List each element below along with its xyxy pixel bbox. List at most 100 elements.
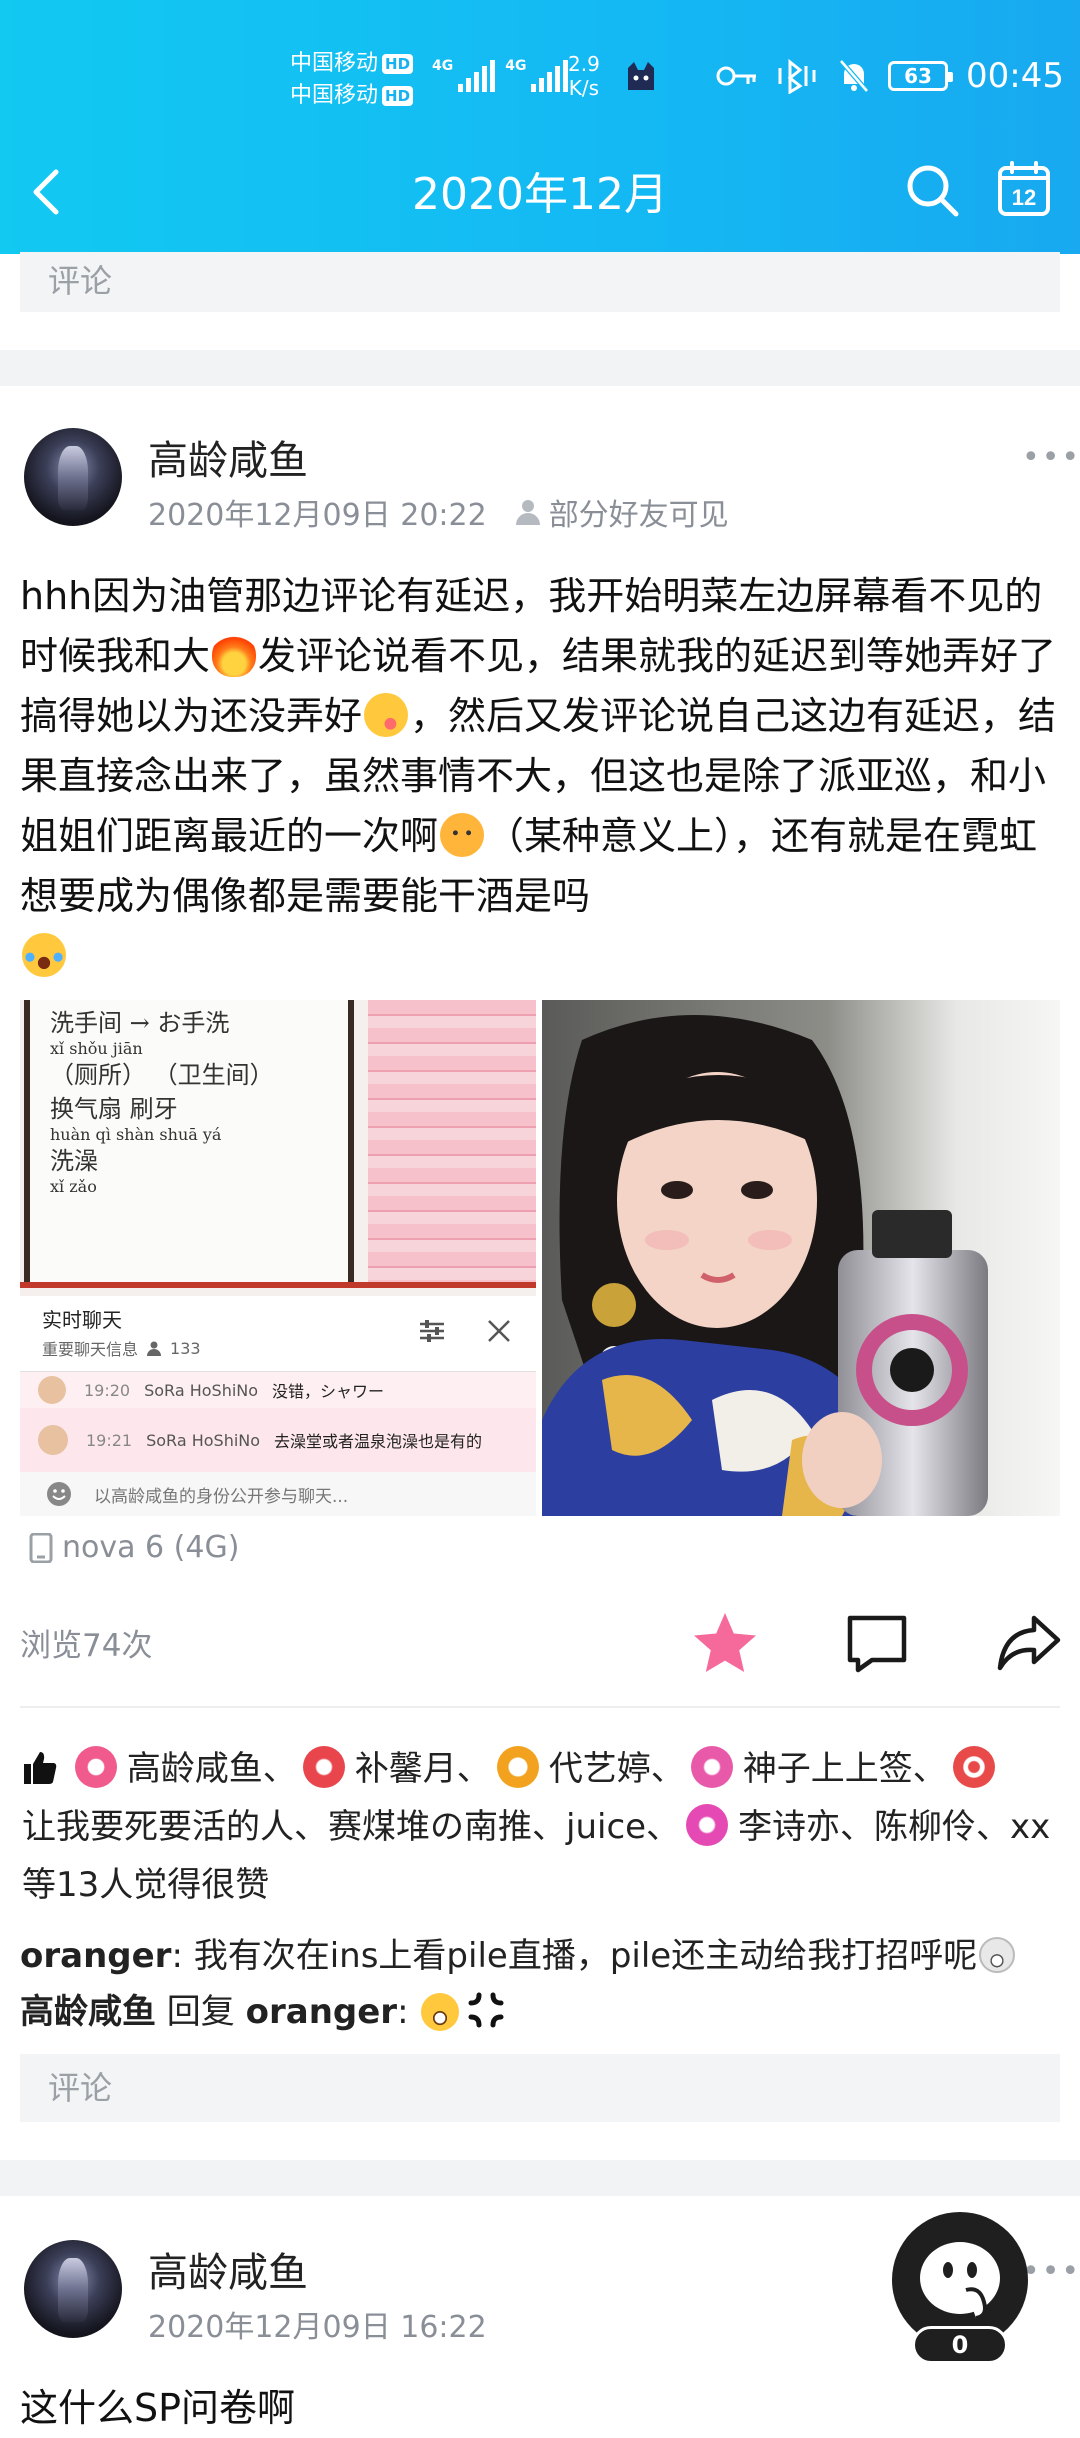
divider xyxy=(20,1706,1060,1708)
whiteboard-line: 洗澡 xyxy=(50,1147,98,1175)
laugh-tears-emoji-icon xyxy=(22,933,66,977)
avatar[interactable] xyxy=(24,428,122,526)
post-datetime: 2020年12月09日 20:22 xyxy=(148,498,487,533)
like-user[interactable]: 代艺婷、 xyxy=(549,1749,685,1789)
post-author[interactable]: 高龄咸鱼 xyxy=(148,2240,308,2298)
whiteboard-line: （厕所） （卫生间） xyxy=(50,1061,274,1089)
battery-icon: 63 xyxy=(888,61,953,91)
like-user[interactable]: 补馨月、 xyxy=(355,1749,491,1789)
person-icon xyxy=(147,1341,162,1356)
grimace-emoji-icon xyxy=(421,1993,460,2031)
comment-author[interactable]: 高龄咸鱼 xyxy=(20,1992,156,2032)
fab-count-badge: 0 xyxy=(912,2326,1008,2364)
grin-emoji-icon xyxy=(979,1937,1016,1973)
post-text: hhh因为油管那边评论有延迟，我开始明菜左边屏幕看不见的时候我和大 发评论说看不见… xyxy=(20,566,1066,986)
chat-message-user: SoRa HoShiNo xyxy=(146,1430,261,1450)
speed-value: 2.9 xyxy=(568,52,600,76)
hd-badge: HD xyxy=(382,54,414,74)
comment-input[interactable]: 评论 xyxy=(20,252,1060,312)
carrier-1: 中国移动 xyxy=(290,51,379,76)
comment-icon[interactable] xyxy=(842,1608,912,1678)
star-icon[interactable] xyxy=(690,1608,760,1678)
top-app-bar: 2020年12月 12 xyxy=(0,130,1080,254)
whiteboard-line: xǐ shǒu jiān xyxy=(50,1039,143,1058)
chat-input-placeholder: 以高龄咸鱼的身份公开参与聊天... xyxy=(94,1486,349,1507)
cat-icon xyxy=(628,62,654,90)
filter-icon xyxy=(420,1320,444,1342)
device-info: nova 6 (4G) xyxy=(28,1530,239,1565)
post-meta: 2020年12月09日 20:22 部分好友可见 xyxy=(148,490,729,534)
signal-icon: 4G xyxy=(505,58,569,92)
like-user[interactable]: 高龄咸鱼、 xyxy=(127,1749,297,1789)
tongue-face-emoji-icon xyxy=(364,693,409,737)
battery-level: 63 xyxy=(904,64,932,88)
whiteboard-line: xǐ zǎo xyxy=(50,1177,97,1196)
search-icon[interactable] xyxy=(902,160,962,220)
like-user[interactable]: 神子上上签、 xyxy=(743,1749,947,1789)
more-options-icon[interactable]: ••• xyxy=(1022,440,1080,475)
post-visibility: 部分好友可见 xyxy=(548,498,729,533)
post-author[interactable]: 高龄咸鱼 xyxy=(148,428,308,486)
stream-chat-overlay xyxy=(368,1000,536,1282)
avatar xyxy=(38,1425,68,1455)
smiley-icon xyxy=(47,1482,71,1506)
view-count: 浏览74次 xyxy=(20,1628,153,1664)
hd-badge: HD xyxy=(382,86,414,106)
comment[interactable]: oranger: 我有次在ins上看pile直播，pile还主动给我打招呼呢 xyxy=(20,1928,1070,1977)
selfie-photo xyxy=(542,1000,1060,1516)
speed-unit: K/s xyxy=(568,76,600,100)
carrier-info: 中国移动 HD 中国移动 HD xyxy=(290,48,414,112)
post-image-livestream[interactable]: 洗手间 → お手洗 xǐ shǒu jiān （厕所） （卫生间） 换气扇 刷牙… xyxy=(20,1000,536,1516)
comment-placeholder: 评论 xyxy=(48,2069,113,2107)
badge-cookie-icon xyxy=(496,1746,539,1788)
whiteboard-line: huàn qì shàn shuā yá xyxy=(50,1125,222,1144)
like-user[interactable]: 让我要死要活的人、赛煤堆の南推、juice、 xyxy=(22,1807,680,1847)
chat-message-text: 去澡堂或者温泉泡澡也是有的 xyxy=(274,1432,483,1451)
reply-label: 回复 xyxy=(156,1992,246,2032)
post-image-selfie[interactable] xyxy=(542,1000,1060,1516)
signal-icon: 4G xyxy=(432,58,496,92)
reply-target[interactable]: oranger xyxy=(246,1992,397,2032)
chat-viewer-count: 133 xyxy=(170,1338,201,1358)
close-icon xyxy=(488,1320,510,1342)
chat-input: 以高龄咸鱼的身份公开参与聊天... xyxy=(20,1472,536,1516)
chat-message-user: SoRa HoShiNo xyxy=(144,1380,259,1400)
calendar-icon[interactable]: 12 xyxy=(996,160,1052,218)
network-type: 4G xyxy=(432,58,454,74)
whiteboard: 洗手间 → お手洗 xǐ shǒu jiān （厕所） （卫生间） 换气扇 刷牙… xyxy=(24,1000,354,1282)
share-icon[interactable] xyxy=(994,1608,1064,1678)
comment-input[interactable]: 评论 xyxy=(20,2054,1060,2122)
calendar-day: 12 xyxy=(1012,185,1036,210)
badge-flower-icon xyxy=(302,1746,345,1788)
post-separator xyxy=(0,350,1080,386)
bluetooth-vibrate-icon xyxy=(778,58,816,94)
phone-icon xyxy=(29,1532,53,1563)
badge-star-icon xyxy=(74,1746,117,1788)
badge-ring-icon xyxy=(952,1746,995,1788)
post-separator xyxy=(0,2160,1080,2196)
network-speed: 2.9 K/s xyxy=(568,52,600,100)
whiteboard-line: 换气扇 刷牙 xyxy=(50,1095,178,1123)
chat-message: 19:20 SoRa HoShiNo 没错，シャワー xyxy=(20,1372,536,1408)
badge-swirl-icon xyxy=(686,1804,729,1846)
chat-title: 实时聊天 xyxy=(42,1308,122,1332)
network-type: 4G xyxy=(505,58,527,74)
likes-list: 高龄咸鱼、 补馨月、 代艺婷、 神子上上签、 让我要死要活的人、赛煤堆の南推、juic… xyxy=(22,1740,1062,1914)
chat-message: 19:21 SoRa HoShiNo 去澡堂或者温泉泡澡也是有的 xyxy=(20,1408,536,1472)
comment-author[interactable]: oranger xyxy=(20,1936,171,1976)
comment-separator: : xyxy=(397,1992,420,2032)
chat-message-text: 没错，シャワー xyxy=(272,1382,385,1401)
clock: 00:45 xyxy=(966,56,1064,96)
comment-placeholder: 评论 xyxy=(48,262,113,300)
badge-burst-icon xyxy=(690,1746,733,1788)
more-options-icon[interactable]: ••• xyxy=(1022,2254,1080,2289)
key-icon xyxy=(716,66,756,86)
chat-messages: 19:20 SoRa HoShiNo 没错，シャワー 19:21 SoRa Ho… xyxy=(20,1372,536,1472)
comment-reply[interactable]: 高龄咸鱼 回复 oranger: xyxy=(20,1984,1070,2033)
chat-message-time: 19:21 xyxy=(86,1430,133,1450)
carrier-2: 中国移动 xyxy=(290,83,379,108)
mute-bell-icon xyxy=(839,59,869,93)
chat-subtitle: 重要聊天信息 xyxy=(42,1340,139,1359)
avatar[interactable] xyxy=(24,2240,122,2338)
chat-message-time: 19:20 xyxy=(84,1380,131,1400)
